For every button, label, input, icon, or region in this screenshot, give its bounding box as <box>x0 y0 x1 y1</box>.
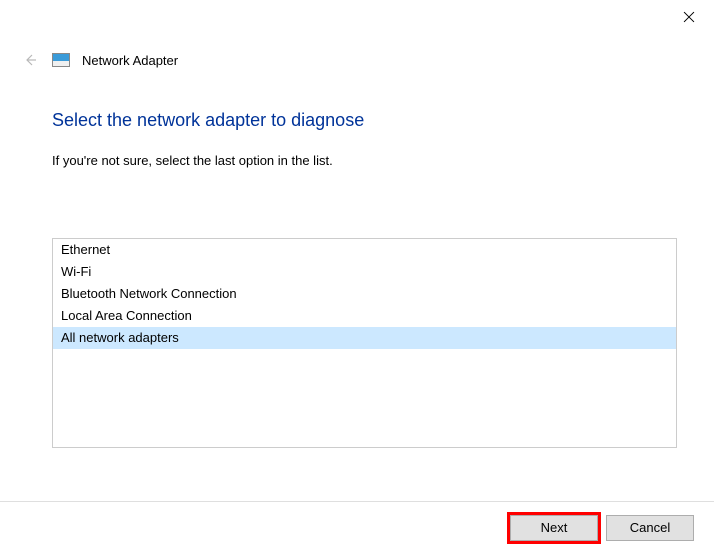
list-item[interactable]: Bluetooth Network Connection <box>53 283 676 305</box>
cancel-button[interactable]: Cancel <box>606 515 694 541</box>
header-row: Network Adapter <box>0 32 714 70</box>
footer: Next Cancel <box>0 501 714 553</box>
window-title: Network Adapter <box>82 53 178 68</box>
network-adapter-icon <box>52 53 70 67</box>
list-item[interactable]: Wi-Fi <box>53 261 676 283</box>
page-subtext: If you're not sure, select the last opti… <box>52 153 662 168</box>
list-item[interactable]: Local Area Connection <box>53 305 676 327</box>
adapter-listbox[interactable]: Ethernet Wi-Fi Bluetooth Network Connect… <box>52 238 677 448</box>
close-button[interactable] <box>680 8 698 26</box>
back-arrow-icon[interactable] <box>20 50 40 70</box>
next-button[interactable]: Next <box>510 515 598 541</box>
content-area: Select the network adapter to diagnose I… <box>0 70 714 448</box>
titlebar <box>0 0 714 32</box>
page-heading: Select the network adapter to diagnose <box>52 110 662 131</box>
list-item[interactable]: All network adapters <box>53 327 676 349</box>
list-item[interactable]: Ethernet <box>53 239 676 261</box>
